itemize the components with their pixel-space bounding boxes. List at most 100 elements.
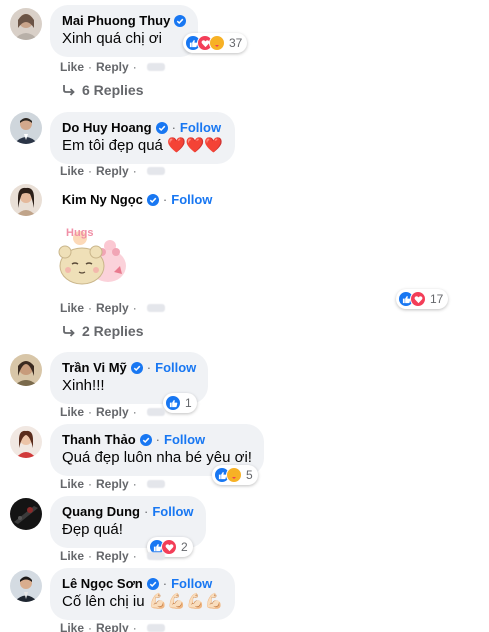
reaction-count: 5 xyxy=(246,468,253,482)
reaction-summary[interactable]: 1 xyxy=(163,393,197,413)
timestamp-blurred xyxy=(146,167,165,175)
avatar-image xyxy=(10,184,42,216)
comment-actions: Like · Reply · xyxy=(60,549,165,563)
view-replies-link[interactable]: 2 Replies xyxy=(62,323,143,339)
avatar-image xyxy=(10,498,42,530)
reaction-count: 17 xyxy=(430,292,444,306)
comment-text: Em tôi đẹp quá ❤️❤️❤️ xyxy=(62,137,224,154)
separator: · xyxy=(146,360,152,375)
avatar-image xyxy=(10,426,42,458)
timestamp-blurred xyxy=(146,480,165,488)
like-link[interactable]: Like xyxy=(60,549,84,563)
verified-badge-icon xyxy=(155,121,168,134)
view-replies-link[interactable]: 6 Replies xyxy=(62,82,143,98)
avatar[interactable] xyxy=(10,8,42,40)
timestamp-blurred xyxy=(146,552,165,560)
author-name[interactable]: Quang Dung xyxy=(62,504,140,519)
author-name[interactable]: Mai Phuong Thuy xyxy=(62,13,170,28)
reply-link[interactable]: Reply xyxy=(96,60,129,74)
replies-count: 2 Replies xyxy=(82,323,144,339)
timestamp-blurred xyxy=(146,304,165,312)
comment-text: Xinh quá chị ơi xyxy=(62,30,162,47)
avatar[interactable] xyxy=(10,112,42,144)
follow-button[interactable]: Follow xyxy=(155,360,196,375)
care-reaction-icon xyxy=(226,467,242,483)
verified-badge-icon xyxy=(139,433,152,446)
reply-link[interactable]: Reply xyxy=(96,477,129,491)
avatar[interactable] xyxy=(10,426,42,458)
reaction-summary[interactable]: 17 xyxy=(396,289,449,309)
care-reaction-icon xyxy=(209,35,225,51)
follow-button[interactable]: Follow xyxy=(171,576,212,591)
reaction-summary[interactable]: 5 xyxy=(212,465,258,485)
reply-link[interactable]: Reply xyxy=(96,405,129,419)
avatar[interactable] xyxy=(10,570,42,602)
separator: · xyxy=(88,301,93,315)
comment-actions: Like · Reply · xyxy=(60,60,165,74)
reaction-count: 1 xyxy=(185,396,192,410)
like-link[interactable]: Like xyxy=(60,621,84,632)
verified-badge-icon xyxy=(146,577,159,590)
reaction-summary[interactable]: 37 xyxy=(183,33,248,53)
reaction-count: 37 xyxy=(229,36,243,50)
comment-actions: Like · Reply · xyxy=(60,477,165,491)
sticker-label: Hugs xyxy=(66,227,94,239)
follow-button[interactable]: Follow xyxy=(152,504,193,519)
reply-link[interactable]: Reply xyxy=(96,549,129,563)
like-link[interactable]: Like xyxy=(60,60,84,74)
separator: · xyxy=(132,301,137,315)
avatar[interactable] xyxy=(10,184,42,216)
comment-text: Cố lên chị iu 💪🏻💪🏻💪🏻💪🏻 xyxy=(62,593,224,610)
verified-badge-icon xyxy=(146,193,159,206)
reply-link[interactable]: Reply xyxy=(96,301,129,315)
comment-actions: Like · Reply · xyxy=(60,621,165,632)
avatar[interactable] xyxy=(10,354,42,386)
separator: · xyxy=(88,549,93,563)
separator: · xyxy=(144,504,149,519)
author-name[interactable]: Thanh Thảo xyxy=(62,432,136,447)
separator: · xyxy=(162,576,168,591)
love-reaction-icon xyxy=(410,291,426,307)
like-link[interactable]: Like xyxy=(60,405,84,419)
separator: · xyxy=(132,621,137,632)
separator: · xyxy=(132,477,137,491)
separator: · xyxy=(155,432,161,447)
separator: · xyxy=(88,164,93,178)
verified-badge-icon xyxy=(130,361,143,374)
author-name[interactable]: Trần Vi Mỹ xyxy=(62,360,127,375)
separator: · xyxy=(132,405,137,419)
reply-link[interactable]: Reply xyxy=(96,164,129,178)
like-link[interactable]: Like xyxy=(60,301,84,315)
separator: · xyxy=(88,405,93,419)
comment-bubble: Do Huy Hoang · Follow Em tôi đẹp quá ❤️❤… xyxy=(50,112,236,164)
follow-button[interactable]: Follow xyxy=(180,120,221,135)
comment-bubble: Mai Phuong Thuy Xinh quá chị ơi xyxy=(50,5,199,57)
comment-actions: Like · Reply · xyxy=(60,405,165,419)
avatar[interactable] xyxy=(10,498,42,530)
comment-actions: Like · Reply · xyxy=(60,164,165,178)
timestamp-blurred xyxy=(146,624,165,632)
author-name[interactable]: Do Huy Hoang xyxy=(62,120,152,135)
separator: · xyxy=(88,477,93,491)
author-name[interactable]: Lê Ngọc Sơn xyxy=(62,576,143,591)
reply-link[interactable]: Reply xyxy=(96,621,129,632)
separator: · xyxy=(171,120,176,135)
hug-bears-sticker: Hugs xyxy=(58,227,126,285)
author-name[interactable]: Kim Ny Ngọc xyxy=(62,192,143,207)
avatar-image xyxy=(10,354,42,386)
comment-bubble: Lê Ngọc Sơn · Follow Cố lên chị iu 💪🏻💪🏻💪… xyxy=(50,568,236,620)
timestamp-blurred xyxy=(146,408,165,416)
timestamp-blurred xyxy=(146,63,165,71)
avatar-image xyxy=(10,112,42,144)
like-link[interactable]: Like xyxy=(60,164,84,178)
follow-button[interactable]: Follow xyxy=(171,192,212,207)
separator: · xyxy=(88,60,93,74)
separator: · xyxy=(132,549,137,563)
like-link[interactable]: Like xyxy=(60,477,84,491)
like-reaction-icon xyxy=(165,395,181,411)
follow-button[interactable]: Follow xyxy=(164,432,205,447)
reply-arrow-icon xyxy=(63,326,75,337)
comment-actions: Like · Reply · xyxy=(60,301,165,315)
separator: · xyxy=(132,164,137,178)
separator: · xyxy=(132,60,137,74)
